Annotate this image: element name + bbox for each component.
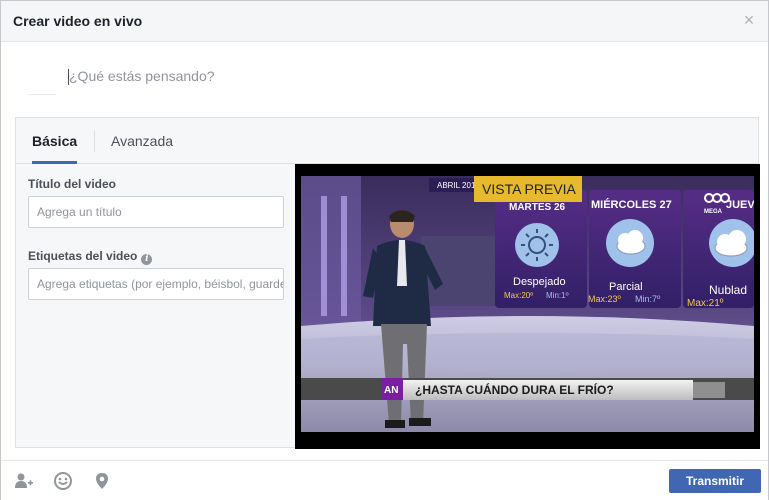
min-temp: Min:7º — [635, 294, 661, 304]
sun-icon — [515, 223, 559, 267]
create-live-video-dialog: Crear video en vivo × ¿Qué estás pensand… — [0, 0, 769, 500]
status-input[interactable]: ¿Qué estás pensando? — [69, 68, 215, 84]
ticker-text: ¿HASTA CUÁNDO DURA EL FRÍO? — [415, 382, 614, 397]
video-tags-label-text: Etiquetas del video — [28, 249, 138, 263]
location-pin-icon[interactable] — [92, 471, 112, 491]
avatar — [28, 67, 56, 95]
partly-cloudy-icon — [606, 219, 654, 267]
day-name: MARTES 26 — [509, 202, 566, 213]
preview-badge: VISTA PREVIA — [482, 181, 577, 197]
max-temp: Max:21º — [687, 298, 724, 309]
dialog-title: Crear video en vivo — [13, 13, 143, 29]
min-temp: Min:1º — [546, 291, 569, 300]
tab-advanced[interactable]: Avanzada — [111, 118, 173, 164]
day-name: MIÉRCOLES 27 — [591, 198, 672, 211]
network-name: MEGA — [704, 209, 723, 215]
tag-friends-icon[interactable] — [14, 471, 34, 491]
video-title-input[interactable]: Agrega un título — [28, 196, 284, 228]
dialog-footer: Transmitir — [1, 460, 768, 500]
video-preview[interactable]: ABRIL 201 MARTES 26 MIÉRCOLES 27 JUEVES — [301, 176, 754, 432]
video-frame-art: ABRIL 201 MARTES 26 MIÉRCOLES 27 JUEVES — [301, 176, 754, 432]
settings-panel: Básica Avanzada Título del video Agrega … — [15, 117, 760, 449]
condition-text: Parcial — [609, 281, 643, 293]
month-tag: ABRIL 201 — [437, 181, 476, 190]
tab-basic[interactable]: Básica — [32, 118, 78, 164]
condition-text: Despejado — [513, 276, 566, 288]
day-name: JUEVES — [726, 199, 754, 211]
max-temp: Max:20º — [504, 291, 533, 300]
video-tags-label: Etiquetas del video i — [28, 249, 153, 265]
ticker-logo: AN — [384, 385, 398, 396]
video-title-label: Título del video — [28, 177, 117, 191]
emoji-icon[interactable] — [53, 471, 73, 491]
basic-form: Título del video Agrega un título Etique… — [16, 165, 294, 447]
condition-text: Nublad — [709, 283, 747, 297]
video-preview-frame: ABRIL 201 MARTES 26 MIÉRCOLES 27 JUEVES — [295, 164, 760, 449]
tab-divider — [94, 130, 95, 152]
composer[interactable]: ¿Qué estás pensando? — [1, 43, 768, 117]
info-icon[interactable]: i — [141, 254, 153, 265]
max-temp: Max:23º — [588, 294, 622, 304]
video-tags-input[interactable]: Agrega etiquetas (por ejemplo, béisbol, … — [28, 268, 284, 300]
dialog-header: Crear video en vivo × — [1, 1, 768, 42]
tab-bar: Básica Avanzada — [16, 118, 758, 164]
close-icon[interactable]: × — [740, 11, 758, 29]
transmit-button[interactable]: Transmitir — [669, 469, 761, 493]
